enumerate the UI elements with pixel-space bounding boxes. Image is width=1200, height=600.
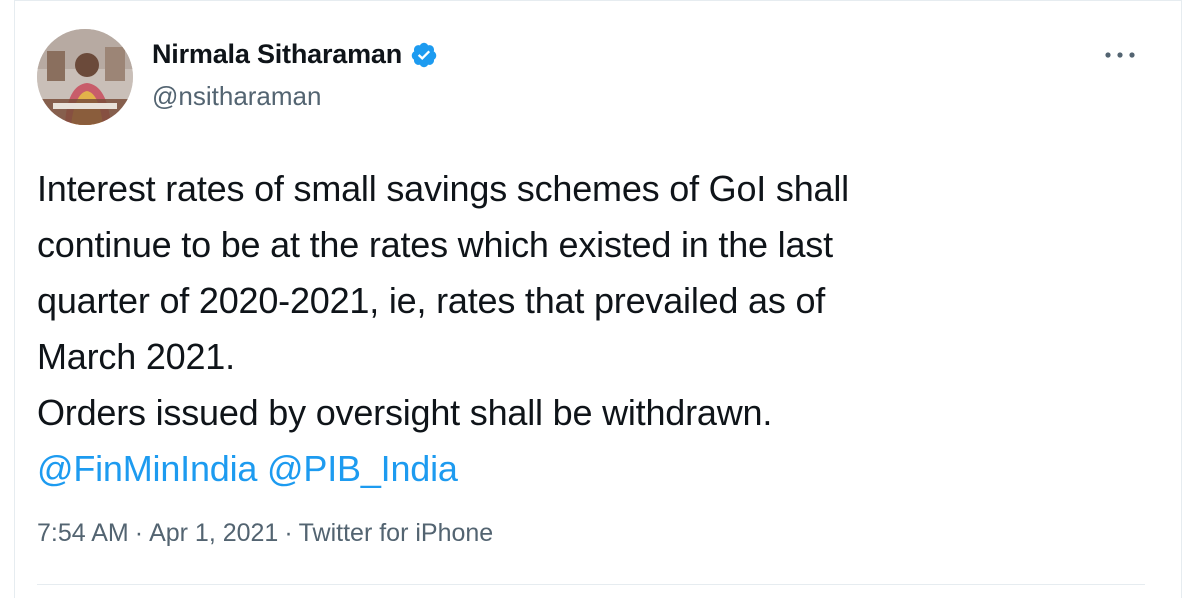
tweet-line: quarter of 2020-2021, ie, rates that pre…	[37, 280, 826, 321]
tweet-line: Orders issued by oversight shall be with…	[37, 392, 773, 433]
tweet-line: Interest rates of small savings schemes …	[37, 168, 849, 209]
author-name[interactable]: Nirmala Sitharaman	[152, 39, 402, 70]
divider	[37, 584, 1145, 585]
tweet-card: Nirmala Sitharaman @nsitharaman Interest…	[14, 0, 1182, 598]
tweet-line: March 2021.	[37, 336, 235, 377]
tweet-meta: 7:54 AM · Apr 1, 2021 · Twitter for iPhone	[37, 519, 493, 548]
tweet-text: Interest rates of small savings schemes …	[37, 161, 1147, 497]
tweet-time[interactable]: 7:54 AM	[37, 519, 129, 547]
verified-badge-icon	[411, 42, 437, 67]
author-handle[interactable]: @nsitharaman	[152, 81, 321, 112]
mention-finminindia[interactable]: @FinMinIndia	[37, 448, 257, 489]
meta-separator: ·	[284, 519, 293, 547]
tweet-source[interactable]: Twitter for iPhone	[299, 519, 494, 547]
author-name-row: Nirmala Sitharaman	[152, 39, 438, 70]
meta-separator: ·	[134, 519, 144, 547]
more-options-icon[interactable]	[1103, 45, 1137, 65]
mentions-line: @FinMinIndia @PIB_India	[37, 441, 1147, 497]
tweet-date[interactable]: Apr 1, 2021	[149, 519, 278, 547]
avatar-image	[37, 29, 133, 125]
mention-pib-india[interactable]: @PIB_India	[267, 448, 458, 489]
avatar[interactable]	[37, 29, 133, 125]
tweet-line: continue to be at the rates which existe…	[37, 224, 833, 265]
